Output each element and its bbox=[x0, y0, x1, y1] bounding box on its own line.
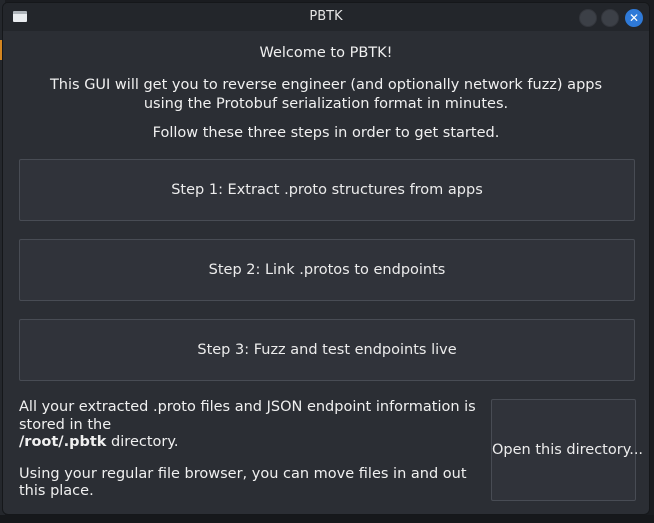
intro-text: This GUI will get you to reverse enginee… bbox=[49, 77, 603, 112]
info-text-before: All your extracted .proto files and JSON… bbox=[19, 399, 476, 433]
title-bar[interactable]: PBTK ✕ bbox=[3, 3, 649, 31]
info-text-after: directory. bbox=[106, 434, 179, 450]
welcome-heading: Welcome to PBTK! bbox=[259, 45, 393, 61]
step3-fuzz-button[interactable]: Step 3: Fuzz and test endpoints live bbox=[19, 319, 635, 381]
open-directory-button[interactable]: Open this directory... bbox=[491, 399, 643, 501]
close-button[interactable]: ✕ bbox=[625, 9, 643, 27]
maximize-button[interactable] bbox=[601, 9, 619, 27]
directory-info: All your extracted .proto files and JSON… bbox=[19, 399, 479, 501]
window-title: PBTK bbox=[309, 9, 343, 24]
minimize-button[interactable] bbox=[579, 9, 597, 27]
file-browser-hint: Using your regular file browser, you can… bbox=[19, 465, 467, 500]
directory-info-text: All your extracted .proto files and JSON… bbox=[19, 399, 479, 452]
pbtk-window: PBTK ✕ Welcome to PBTK! This GUI will ge… bbox=[2, 2, 650, 515]
directory-path: /root/.pbtk bbox=[19, 434, 107, 450]
step1-extract-button[interactable]: Step 1: Extract .proto structures from a… bbox=[19, 159, 635, 221]
instructions-text: Follow these three steps in order to get… bbox=[152, 125, 500, 141]
background-bottom bbox=[0, 515, 654, 523]
step2-link-button[interactable]: Step 2: Link .protos to endpoints bbox=[19, 239, 635, 301]
close-icon: ✕ bbox=[628, 11, 640, 25]
